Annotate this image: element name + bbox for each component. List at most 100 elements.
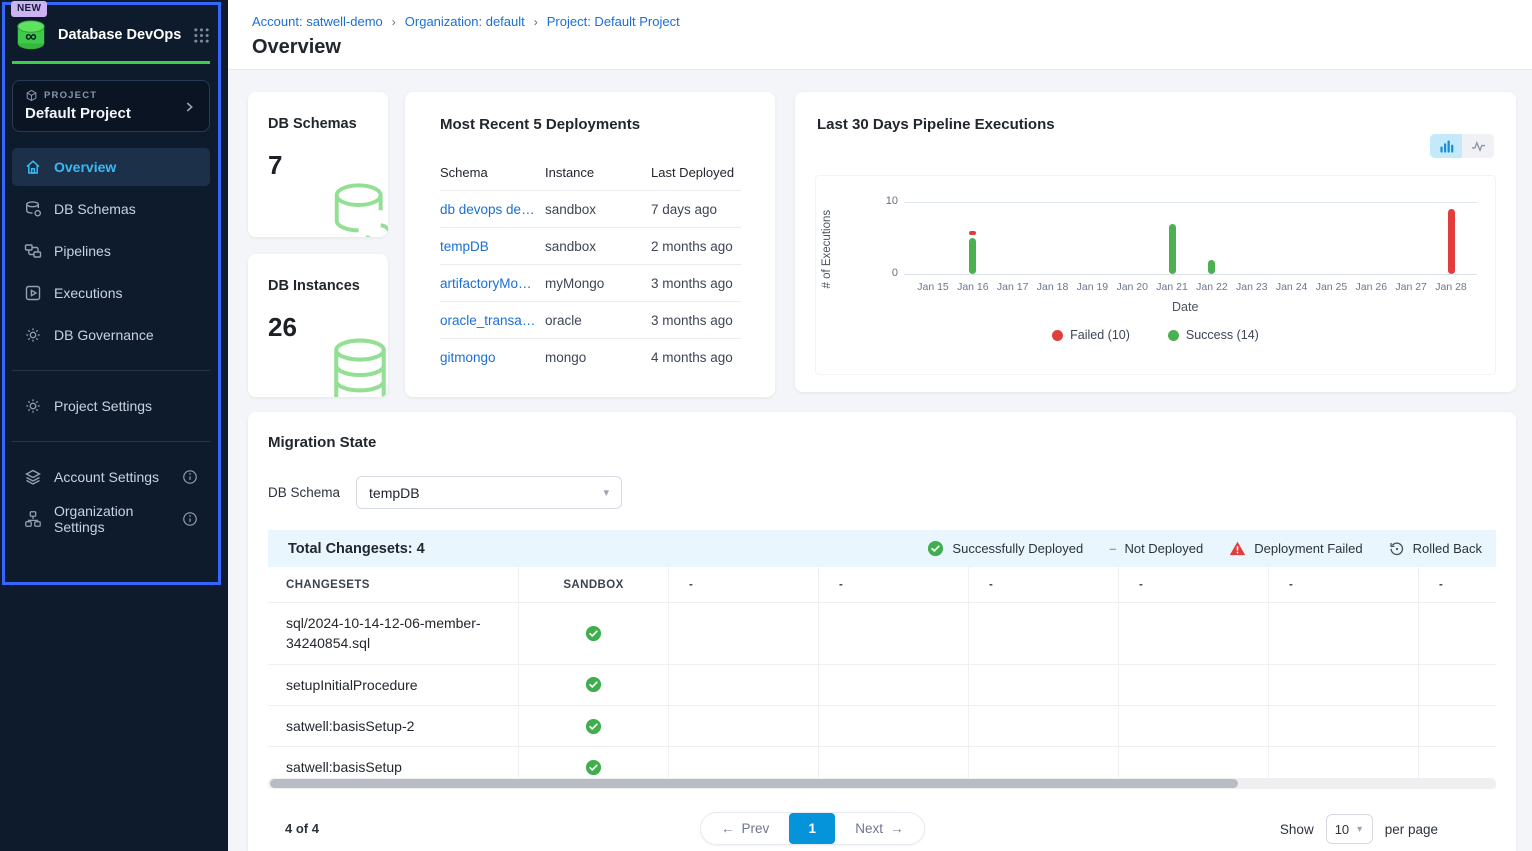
failed-bar[interactable] — [969, 231, 976, 235]
changesets-column-header: - — [1268, 567, 1418, 602]
sidebar-divider — [12, 370, 210, 371]
main-header: Account: satwell-demo›Organization: defa… — [228, 0, 1532, 70]
dash-status-icon: – — [1109, 541, 1116, 556]
deployment-row: artifactoryMongomyMongo3 months ago — [440, 265, 741, 302]
changeset-row[interactable]: sql/2024-10-14-12-06-member-34240854.sql — [268, 603, 1496, 665]
changesets-column-header: - — [968, 567, 1118, 602]
next-page-button[interactable]: Next → — [835, 813, 923, 844]
chevron-down-icon: ▾ — [1357, 824, 1362, 835]
changeset-name-cell: setupInitialProcedure — [268, 665, 518, 705]
sidebar-item-project-settings[interactable]: Project Settings — [12, 387, 210, 425]
changesets-summary-band: Total Changesets: 4 Successfully Deploye… — [268, 530, 1496, 567]
page-number-button[interactable]: 1 — [789, 813, 835, 844]
governance-icon — [24, 326, 42, 344]
content: DB Schemas 7 DB Instances 26 — [228, 70, 1532, 851]
changesets-column-header: - — [1118, 567, 1268, 602]
success-bar[interactable] — [1208, 260, 1215, 274]
total-changesets-label: Total Changesets: 4 — [288, 541, 425, 557]
bar-chart-toggle-icon[interactable] — [1430, 134, 1462, 158]
sidebar-item-label: Project Settings — [54, 398, 152, 414]
page-size-control: Show 10 ▾ per page — [1280, 814, 1438, 844]
page-size-select[interactable]: 10 ▾ — [1326, 814, 1373, 844]
project-name: Default Project — [25, 105, 197, 122]
empty-status-cell — [968, 665, 1118, 705]
db-schema-filter: DB Schema tempDB ▾ — [268, 476, 622, 509]
project-selector[interactable]: PROJECT Default Project — [12, 80, 210, 132]
deployments-column-header: Schema — [440, 165, 545, 180]
status-legend-item-rolled-back: Rolled Back — [1389, 541, 1482, 557]
app-root: NEW ∞ Database DevOps — [0, 0, 1532, 851]
sandbox-status-cell — [518, 665, 668, 705]
rollback-status-icon — [1389, 541, 1405, 557]
pagination: 4 of 4 ← Prev 1 Next → Show 10 — [248, 810, 1516, 850]
prev-page-button[interactable]: ← Prev — [701, 813, 789, 844]
org-icon — [24, 510, 42, 528]
empty-status-cell — [1418, 706, 1496, 746]
empty-status-cell — [1118, 706, 1268, 746]
changesets-column-header: CHANGESETS — [268, 567, 518, 602]
deployment-row: db devops demosandbox7 days ago — [440, 191, 741, 228]
failed-bar[interactable] — [1448, 209, 1455, 274]
schema-link[interactable]: db devops demo — [440, 202, 545, 217]
sidebar-item-executions[interactable]: Executions — [12, 274, 210, 312]
schema-link[interactable]: artifactoryMongo — [440, 276, 545, 291]
db-schema-select-value: tempDB — [369, 485, 420, 501]
empty-status-cell — [818, 603, 968, 664]
chart-legend-item[interactable]: Success (14) — [1168, 328, 1259, 342]
breadcrumb-link[interactable]: Account: satwell-demo — [252, 14, 383, 29]
app-grid-icon[interactable] — [193, 27, 210, 44]
deployment-row: tempDBsandbox2 months ago — [440, 228, 741, 265]
pagination-controls: ← Prev 1 Next → — [700, 812, 925, 845]
db-instances-card: DB Instances 26 — [248, 254, 388, 397]
changeset-row[interactable]: setupInitialProcedure — [268, 665, 1496, 706]
executions-icon — [24, 284, 42, 302]
instance-cell: myMongo — [545, 276, 651, 291]
last-deployed-cell: 4 months ago — [651, 350, 741, 365]
changeset-name-cell: sql/2024-10-14-12-06-member-34240854.sql — [268, 603, 518, 664]
failed-status-icon — [1229, 540, 1246, 557]
info-icon[interactable] — [182, 511, 198, 527]
chart-legend-item[interactable]: Failed (10) — [1052, 328, 1130, 342]
pipelines-icon — [24, 242, 42, 260]
db-schema-label: DB Schema — [268, 485, 340, 500]
schema-link[interactable]: oracle_transact... — [440, 313, 545, 328]
changeset-row[interactable]: satwell:basisSetup-2 — [268, 706, 1496, 747]
empty-status-cell — [968, 603, 1118, 664]
breadcrumb-link[interactable]: Organization: default — [405, 14, 525, 29]
chevron-right-icon — [181, 99, 197, 115]
page-size-value: 10 — [1335, 822, 1349, 837]
db-schemas-count: 7 — [268, 150, 282, 181]
sidebar-item-label: Account Settings — [54, 469, 159, 485]
sidebar-item-db-governance[interactable]: DB Governance — [12, 316, 210, 354]
db-instances-count: 26 — [268, 312, 297, 343]
sidebar-item-db-schemas[interactable]: DB Schemas — [12, 190, 210, 228]
empty-status-cell — [1268, 665, 1418, 705]
info-icon[interactable] — [182, 469, 198, 485]
db-schema-select[interactable]: tempDB ▾ — [356, 476, 622, 509]
sidebar-item-account-settings[interactable]: Account Settings — [12, 458, 210, 496]
deployment-row: oracle_transact...oracle3 months ago — [440, 302, 741, 339]
breadcrumb: Account: satwell-demo›Organization: defa… — [252, 14, 680, 29]
success-bar[interactable] — [1169, 224, 1176, 274]
breadcrumb-link[interactable]: Project: Default Project — [547, 14, 680, 29]
sidebar-item-label: DB Governance — [54, 327, 154, 343]
chart-gridline — [904, 202, 1477, 203]
sidebar-item-pipelines[interactable]: Pipelines — [12, 232, 210, 270]
account-icon — [24, 468, 42, 486]
changesets-table-viewport: CHANGESETSSANDBOX------sql/2024-10-14-12… — [268, 567, 1496, 788]
sidebar-item-organization-settings[interactable]: Organization Settings — [12, 500, 210, 538]
scrollbar-thumb[interactable] — [270, 779, 1238, 788]
line-chart-toggle-icon[interactable] — [1462, 134, 1494, 158]
success-bar[interactable] — [969, 238, 976, 274]
sidebar-item-overview[interactable]: Overview — [12, 148, 210, 186]
pipeline-executions-card: Last 30 Days Pipeline Executions — [795, 92, 1516, 392]
last-deployed-cell: 3 months ago — [651, 313, 741, 328]
empty-status-cell — [818, 706, 968, 746]
horizontal-scrollbar[interactable] — [268, 778, 1496, 789]
schema-link[interactable]: gitmongo — [440, 350, 545, 365]
empty-status-cell — [968, 706, 1118, 746]
success-status-icon — [585, 676, 602, 693]
chart-y-tick-label: 10 — [868, 195, 898, 207]
cube-icon — [25, 89, 38, 102]
schema-link[interactable]: tempDB — [440, 239, 545, 254]
